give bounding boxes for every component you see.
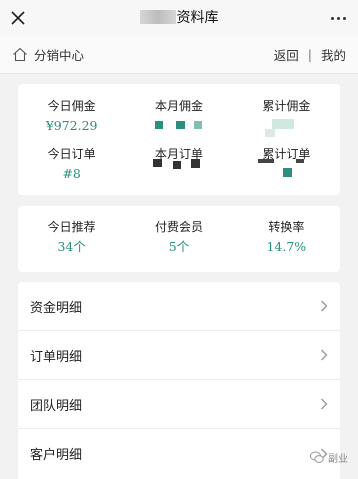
stat-total-commission: 累计佣金 — [233, 98, 340, 146]
redacted-value — [149, 159, 209, 183]
chevron-right-icon — [321, 398, 328, 410]
menu-item-fund-details[interactable]: 资金明细 — [18, 282, 340, 331]
more-dot-icon — [343, 16, 346, 20]
redacted-value — [149, 117, 209, 135]
chevron-right-icon — [321, 349, 328, 361]
home-link[interactable]: 分销中心 — [12, 45, 84, 64]
menu-item-label: 客户明细 — [30, 448, 83, 463]
watermark-text: 副业 — [328, 454, 348, 465]
menu-item-order-details[interactable]: 订单明细 — [18, 331, 340, 380]
title-bar: 资料库 — [0, 0, 358, 36]
nav-bar: 分销中心 返回 | 我的 — [0, 36, 358, 74]
redacted-value — [256, 159, 316, 183]
menu-item-label: 团队明细 — [30, 398, 83, 414]
more-dot-icon — [337, 16, 340, 20]
menu-item-team-details[interactable]: 团队明细 — [18, 380, 340, 429]
stat-month-commission: 本月佣金 — [125, 98, 232, 146]
referral-stats-card: 今日推荐 34个 付费会员 5个 转换率 14.7% — [18, 206, 340, 272]
commission-stats-card: 今日佣金 ¥972.29 本月佣金 累计佣金 今日订单 #8 本月订单 累计订单 — [18, 84, 340, 195]
back-link[interactable]: 返回 — [274, 45, 299, 64]
redacted-value — [256, 117, 316, 137]
stat-total-orders: 累计订单 — [233, 146, 340, 194]
stat-today-referrals: 今日推荐 34个 — [47, 220, 96, 254]
watermark: 副业 — [310, 450, 348, 465]
referral-row: 今日推荐 34个 付费会员 5个 转换率 14.7% — [18, 219, 340, 267]
stat-today-commission: 今日佣金 ¥972.29 — [45, 99, 98, 133]
home-icon — [13, 47, 27, 62]
redacted-title-prefix — [139, 10, 176, 24]
home-label: 分销中心 — [34, 48, 85, 63]
stat-paid-members: 付费会员 5个 — [154, 220, 203, 254]
stat-today-orders: 今日订单 #8 — [47, 147, 96, 181]
chevron-right-icon — [321, 300, 328, 312]
more-dot-icon — [331, 16, 334, 20]
stat-month-orders: 本月订单 — [125, 146, 232, 194]
more-options-button[interactable] — [331, 0, 346, 36]
mine-link[interactable]: 我的 — [321, 45, 346, 64]
page-title: 资料库 — [0, 0, 358, 36]
menu-item-customer-details[interactable]: 客户明细 — [18, 429, 340, 478]
nav-separator: | — [307, 47, 312, 62]
menu-item-label: 资金明细 — [30, 300, 83, 316]
detail-menu: 资金明细 订单明细 团队明细 客户明细 — [18, 282, 340, 479]
commission-row: 今日佣金 ¥972.29 本月佣金 累计佣金 — [18, 98, 340, 146]
menu-item-label: 订单明细 — [30, 349, 83, 365]
stat-conversion-rate: 转换率 14.7% — [266, 220, 307, 254]
chat-bubble-icon — [310, 451, 324, 463]
orders-row: 今日订单 #8 本月订单 累计订单 — [18, 146, 340, 194]
